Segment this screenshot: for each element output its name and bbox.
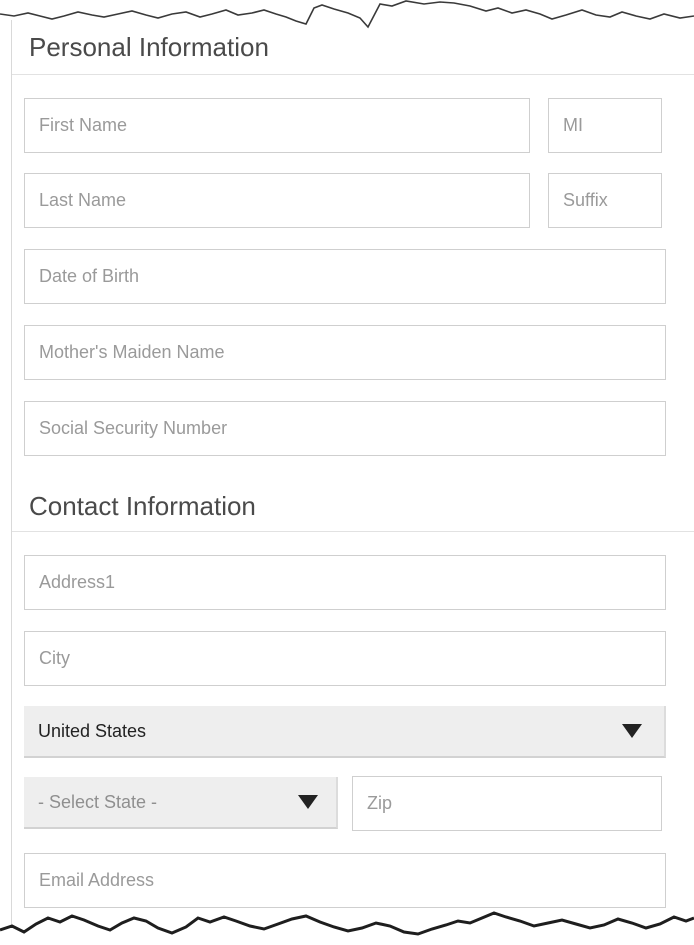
- country-select[interactable]: United States: [24, 706, 666, 758]
- middle-initial-input[interactable]: [548, 98, 662, 153]
- last-name-input[interactable]: [24, 173, 530, 228]
- date-of-birth-input[interactable]: [24, 249, 666, 304]
- state-select[interactable]: - Select State -: [24, 777, 338, 829]
- suffix-input[interactable]: [548, 173, 662, 228]
- ssn-input[interactable]: [24, 401, 666, 456]
- contact-info-divider: [12, 531, 694, 532]
- personal-info-heading: Personal Information: [29, 32, 269, 62]
- caret-down-icon: [622, 724, 642, 738]
- email-input[interactable]: [24, 853, 666, 908]
- zip-input[interactable]: [352, 776, 662, 831]
- state-select-value: - Select State -: [38, 791, 158, 812]
- contact-info-heading: Contact Information: [29, 491, 256, 521]
- city-input[interactable]: [24, 631, 666, 686]
- mothers-maiden-name-input[interactable]: [24, 325, 666, 380]
- first-name-input[interactable]: [24, 98, 530, 153]
- caret-down-icon: [298, 795, 318, 809]
- personal-info-divider: [12, 74, 694, 75]
- address1-input[interactable]: [24, 555, 666, 610]
- form-panel: Personal Information Contact Information…: [11, 0, 694, 945]
- country-select-value: United States: [38, 720, 147, 741]
